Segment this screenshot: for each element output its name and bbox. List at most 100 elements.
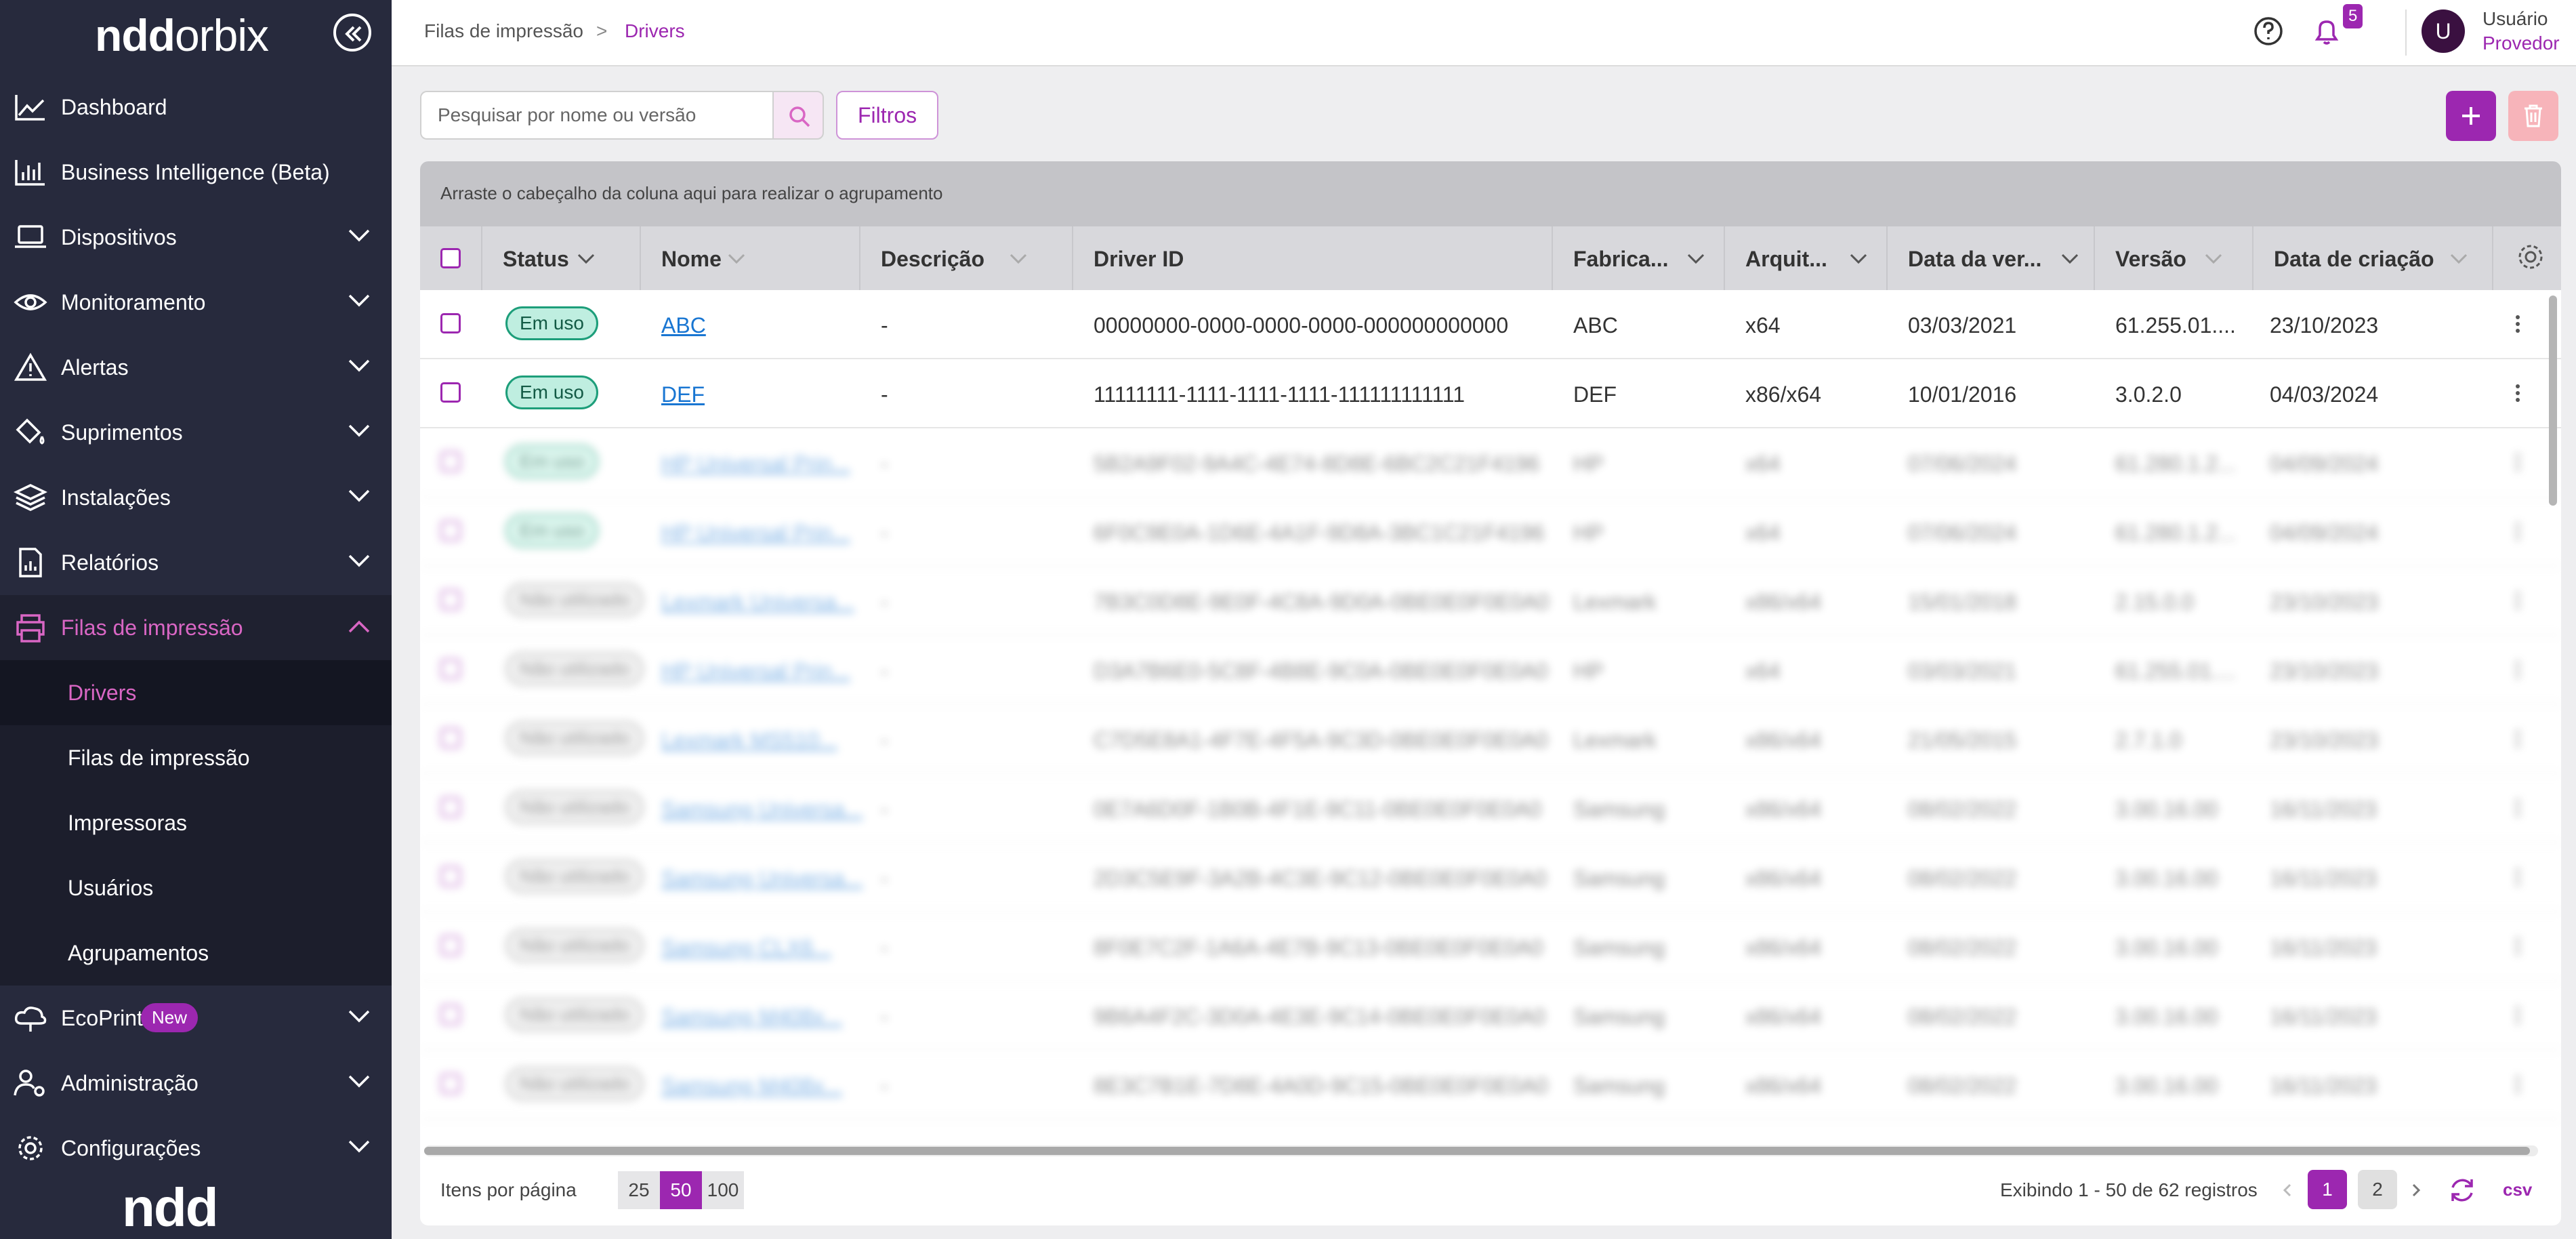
chevron-down-icon[interactable] bbox=[2449, 252, 2469, 266]
sidebar-item-filas-de-impressao[interactable]: Filas de impressão bbox=[0, 595, 392, 660]
add-driver-button[interactable] bbox=[2446, 91, 2496, 141]
help-icon[interactable] bbox=[2252, 15, 2285, 47]
cell-nome[interactable]: Samsung M408x... bbox=[661, 1004, 842, 1030]
sidebar-item-configuracoes[interactable]: Configurações bbox=[0, 1116, 392, 1181]
row-checkbox[interactable] bbox=[440, 1004, 461, 1025]
table-row[interactable]: Em uso ABC - 00000000-0000-0000-0000-000000… bbox=[420, 290, 2561, 359]
chevron-down-icon[interactable] bbox=[2060, 252, 2080, 266]
sidebar-item-relatorios[interactable]: Relatórios bbox=[0, 530, 392, 595]
chevron-down-icon[interactable] bbox=[1848, 252, 1869, 266]
sidebar-item-business-intelligence[interactable]: Business Intelligence (Beta) bbox=[0, 140, 392, 205]
row-checkbox[interactable] bbox=[440, 451, 461, 472]
column-header-data-versao[interactable]: Data da ver... bbox=[1888, 226, 2095, 290]
export-csv-button[interactable]: csv bbox=[2503, 1179, 2532, 1200]
row-checkbox[interactable] bbox=[440, 659, 461, 679]
column-header-fabricante[interactable]: Fabrica... bbox=[1553, 226, 1725, 290]
refresh-icon[interactable] bbox=[2447, 1175, 2477, 1205]
row-actions-kebab-icon[interactable] bbox=[2515, 453, 2520, 472]
cell-nome[interactable]: ABC bbox=[661, 313, 706, 338]
page-size-50[interactable]: 50 bbox=[660, 1171, 702, 1209]
row-actions-kebab-icon[interactable] bbox=[2515, 798, 2520, 817]
row-checkbox[interactable] bbox=[440, 728, 461, 748]
table-row[interactable]: Não utilizado Lexmark MS510... - C7D5E8A1-4… bbox=[420, 705, 2561, 774]
search-input[interactable] bbox=[421, 92, 747, 138]
horizontal-scrollbar[interactable] bbox=[424, 1145, 2538, 1156]
collapse-sidebar-button[interactable] bbox=[333, 14, 371, 52]
cell-nome[interactable]: Samsung CLX6... bbox=[661, 935, 831, 960]
row-actions-kebab-icon[interactable] bbox=[2515, 591, 2520, 610]
row-checkbox[interactable] bbox=[440, 797, 461, 817]
delete-button[interactable] bbox=[2508, 91, 2558, 141]
sidebar-item-dispositivos[interactable]: Dispositivos bbox=[0, 205, 392, 270]
row-actions-kebab-icon[interactable] bbox=[2515, 868, 2520, 887]
column-header-versao[interactable]: Versão bbox=[2095, 226, 2253, 290]
table-row[interactable]: Não utilizado HP Universal Prin... - D3A7B6… bbox=[420, 636, 2561, 705]
sidebar-subitem-impressoras[interactable]: Impressoras bbox=[68, 811, 187, 836]
prev-page-icon[interactable] bbox=[2279, 1182, 2295, 1198]
sidebar-item-suprimentos[interactable]: Suprimentos bbox=[0, 400, 392, 465]
table-row[interactable]: Não utilizado Samsung Universa... - 0E7A6D0… bbox=[420, 774, 2561, 843]
column-header-nome[interactable]: Nome bbox=[641, 226, 860, 290]
cell-nome[interactable]: Samsung Universa... bbox=[661, 866, 863, 891]
vertical-scrollbar-thumb[interactable] bbox=[2549, 296, 2557, 506]
sidebar-item-monitoramento[interactable]: Monitoramento bbox=[0, 270, 392, 335]
table-row[interactable]: Não utilizado Lexmark Universa... - 7B3C0D8… bbox=[420, 567, 2561, 636]
sidebar-item-alertas[interactable]: Alertas bbox=[0, 335, 392, 400]
row-actions-kebab-icon[interactable] bbox=[2515, 1006, 2520, 1025]
search-button[interactable] bbox=[772, 91, 824, 140]
cell-nome[interactable]: Lexmark Universa... bbox=[661, 590, 854, 615]
column-header-status[interactable]: Status bbox=[482, 226, 641, 290]
breadcrumb-parent[interactable]: Filas de impressão bbox=[424, 20, 583, 42]
horizontal-scrollbar-thumb[interactable] bbox=[424, 1147, 2530, 1155]
chevron-down-icon[interactable] bbox=[1686, 252, 1706, 266]
vertical-scrollbar[interactable] bbox=[2548, 290, 2558, 1147]
column-header-driver-id[interactable]: Driver ID bbox=[1073, 226, 1553, 290]
table-row[interactable]: Não utilizado Samsung Universa... - 2D3C5E9… bbox=[420, 843, 2561, 912]
chevron-down-icon[interactable] bbox=[576, 252, 596, 266]
row-actions-kebab-icon[interactable] bbox=[2515, 522, 2520, 541]
sidebar-item-instalacoes[interactable]: Instalações bbox=[0, 465, 392, 530]
row-actions-kebab-icon[interactable] bbox=[2515, 937, 2520, 956]
row-checkbox[interactable] bbox=[440, 382, 461, 403]
row-checkbox[interactable] bbox=[440, 590, 461, 610]
cell-nome[interactable]: Lexmark MS510... bbox=[661, 728, 837, 753]
sidebar-item-dashboard[interactable]: Dashboard bbox=[0, 75, 392, 140]
column-header-data-criacao[interactable]: Data de criação bbox=[2253, 226, 2493, 290]
row-actions-kebab-icon[interactable] bbox=[2515, 660, 2520, 679]
page-1-button[interactable]: 1 bbox=[2308, 1170, 2347, 1209]
sidebar-subitem-drivers[interactable]: Drivers bbox=[68, 681, 136, 706]
sidebar-subitem-usuarios[interactable]: Usuários bbox=[68, 876, 153, 901]
page-size-25[interactable]: 25 bbox=[618, 1171, 660, 1209]
cell-nome[interactable]: HP Universal Prin... bbox=[661, 451, 850, 476]
cell-nome[interactable]: Samsung Universa... bbox=[661, 797, 863, 822]
column-header-descricao[interactable]: Descrição bbox=[860, 226, 1073, 290]
next-page-icon[interactable] bbox=[2408, 1182, 2424, 1198]
row-checkbox[interactable] bbox=[440, 521, 461, 541]
user-name[interactable]: Usuário bbox=[2482, 8, 2548, 30]
cell-nome[interactable]: DEF bbox=[661, 382, 705, 407]
cell-nome[interactable]: Samsung M408x... bbox=[661, 1074, 842, 1099]
cell-nome[interactable]: HP Universal Prin... bbox=[661, 521, 850, 546]
table-row[interactable]: Não utilizado Samsung M408x... - 9B6A4F2C-3… bbox=[420, 981, 2561, 1051]
table-row[interactable]: Em uso HP Universal Prin... - 5B2A9F02-9A4C… bbox=[420, 428, 2561, 497]
cell-nome[interactable]: HP Universal Prin... bbox=[661, 659, 850, 684]
chevron-down-icon[interactable] bbox=[726, 252, 747, 266]
sidebar-subitem-agrupamentos[interactable]: Agrupamentos bbox=[68, 941, 209, 966]
avatar[interactable]: U bbox=[2422, 9, 2465, 53]
column-settings-gear-icon[interactable] bbox=[2514, 240, 2548, 274]
sidebar-item-administracao[interactable]: Administração bbox=[0, 1051, 392, 1116]
row-actions-kebab-icon[interactable] bbox=[2515, 729, 2520, 748]
row-actions-kebab-icon[interactable] bbox=[2515, 384, 2520, 403]
orbix-logo[interactable]: nddorbix bbox=[95, 9, 269, 61]
row-checkbox[interactable] bbox=[440, 313, 461, 333]
bell-icon[interactable] bbox=[2310, 15, 2343, 47]
row-checkbox[interactable] bbox=[440, 1074, 461, 1094]
select-all-checkbox[interactable] bbox=[440, 248, 461, 268]
page-2-button[interactable]: 2 bbox=[2358, 1170, 2397, 1209]
table-row[interactable]: Em uso HP Universal Prin... - 6F0C9E0A-1D6E… bbox=[420, 497, 2561, 567]
table-row[interactable]: Em uso DEF - 11111111-1111-1111-1111-111111… bbox=[420, 359, 2561, 428]
row-checkbox[interactable] bbox=[440, 866, 461, 887]
page-size-100[interactable]: 100 bbox=[702, 1171, 744, 1209]
column-header-arquitetura[interactable]: Arquit... bbox=[1725, 226, 1888, 290]
group-drop-area[interactable]: Arraste o cabeçalho da coluna aqui para … bbox=[420, 161, 2561, 226]
